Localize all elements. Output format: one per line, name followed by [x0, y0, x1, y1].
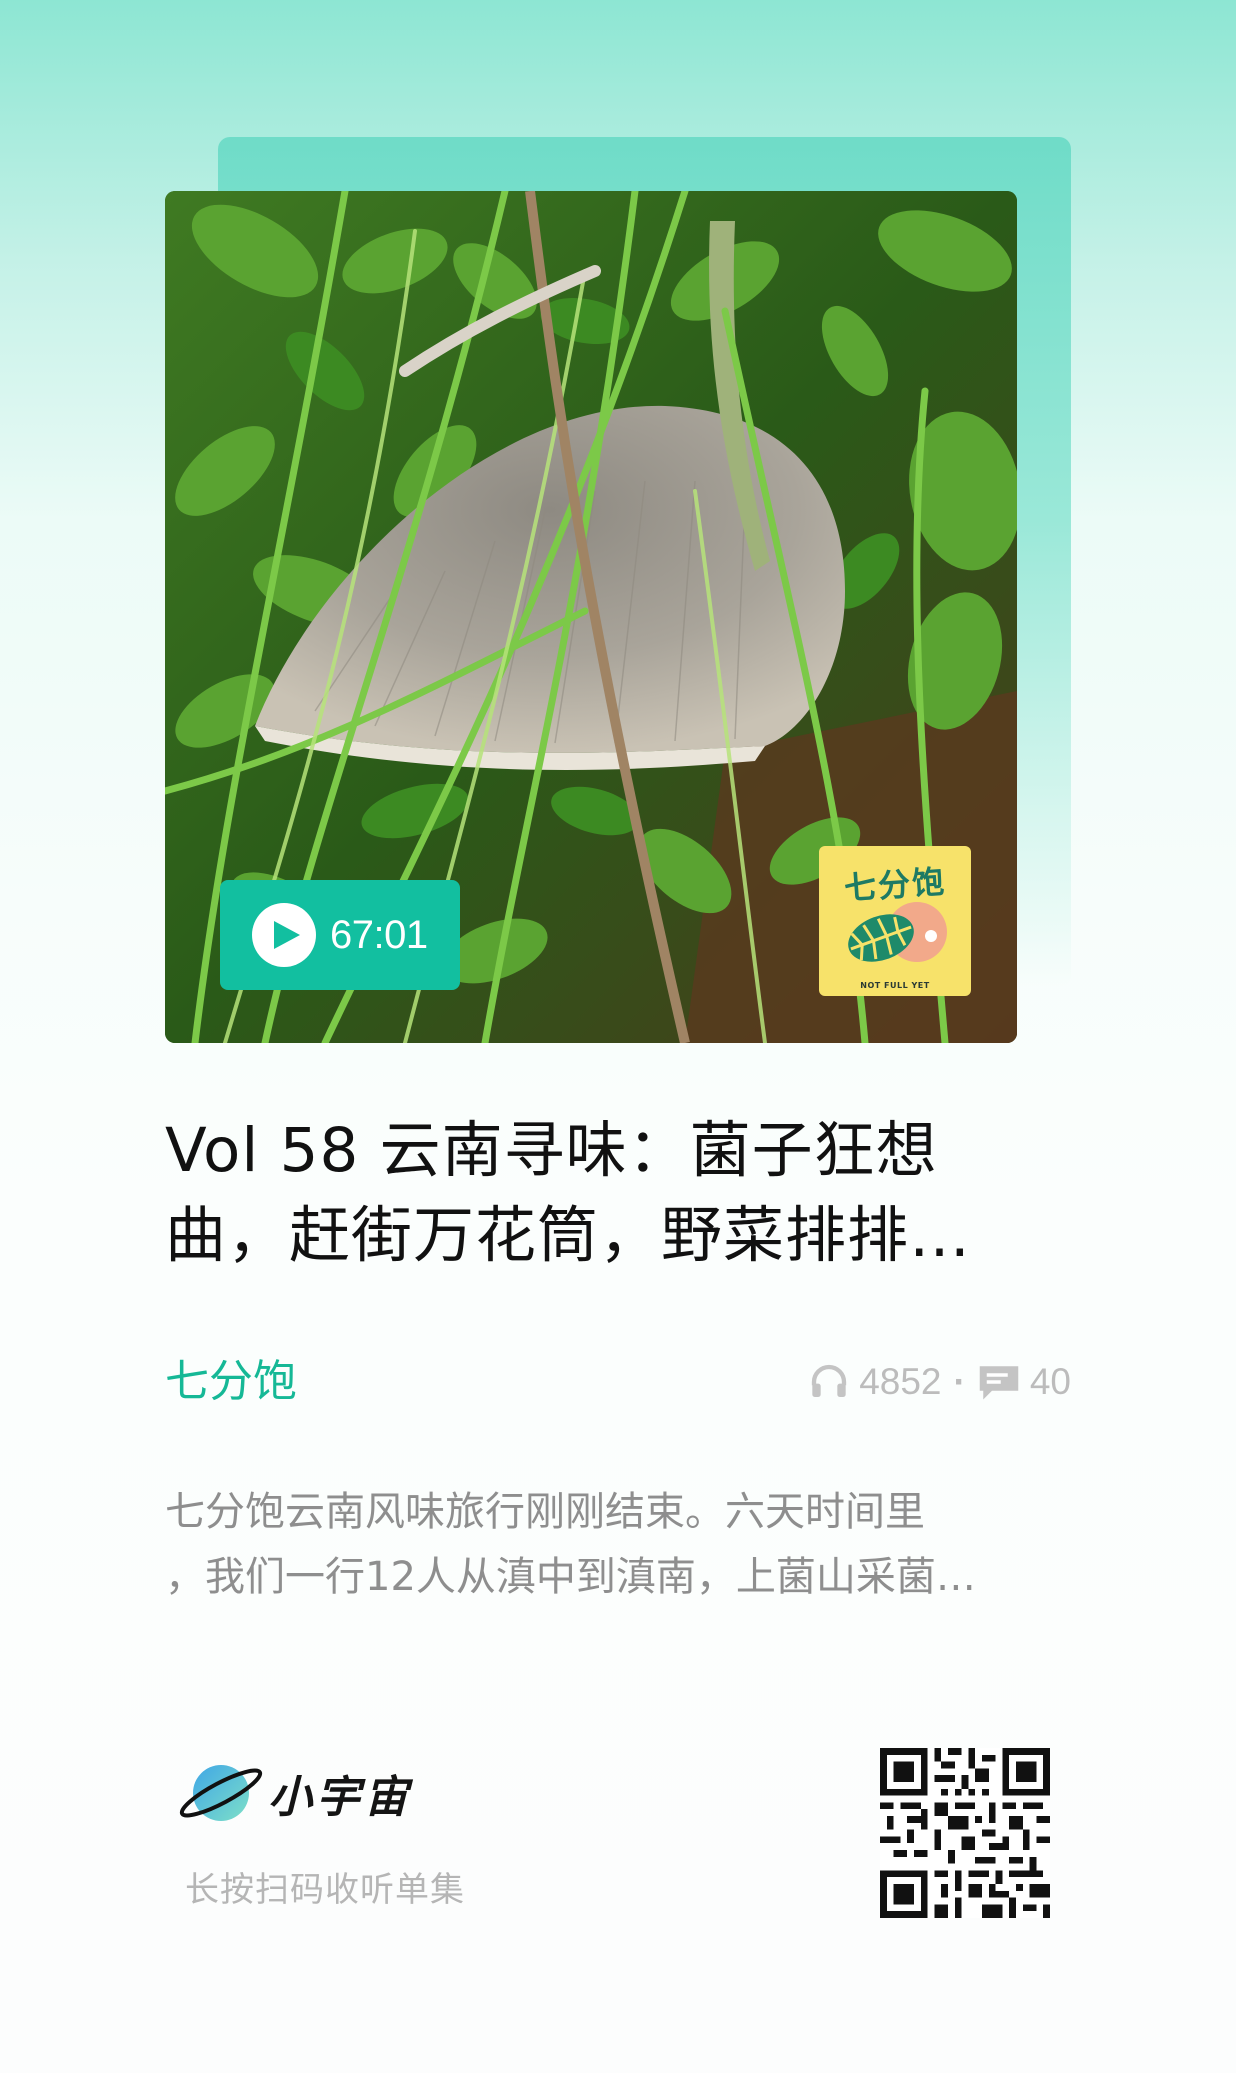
play-count: 4852 — [859, 1361, 942, 1402]
podcast-name-link[interactable]: 七分饱 — [165, 1352, 297, 1412]
comment-count: 40 — [1029, 1361, 1071, 1402]
episode-title: Vol 58 云南寻味：菌子狂想 曲，赶街万花筒，野菜排排… — [165, 1115, 972, 1271]
comment-icon — [978, 1362, 1020, 1402]
brand-logo: 小宇宙 — [178, 1758, 412, 1828]
episode-description: 七分饱云南风味旅行刚刚结束。六天时间里 ，我们一行12人从滇中到滇南，上菌山采菌… — [165, 1489, 976, 1600]
episode-cover: 67:01 七分饱 NOT FULL YET — [165, 191, 1017, 1043]
show-logo: 七分饱 NOT FULL YET — [819, 846, 971, 996]
headphones-icon — [809, 1362, 849, 1402]
duration-label: 67:01 — [330, 912, 428, 957]
planet-icon — [179, 1765, 263, 1821]
scan-hint: 长按扫码收听单集 — [185, 1870, 465, 1910]
brand-name: 小宇宙 — [268, 1772, 412, 1823]
logo-subtitle: NOT FULL YET — [860, 981, 930, 990]
play-button[interactable]: 67:01 — [220, 880, 460, 990]
qr-code-icon — [880, 1748, 1050, 1918]
qr-code[interactable] — [880, 1748, 1050, 1918]
episode-stats: 4852 · 40 — [809, 1356, 1071, 1408]
play-icon — [252, 903, 316, 967]
stats-separator: · — [953, 1361, 966, 1402]
